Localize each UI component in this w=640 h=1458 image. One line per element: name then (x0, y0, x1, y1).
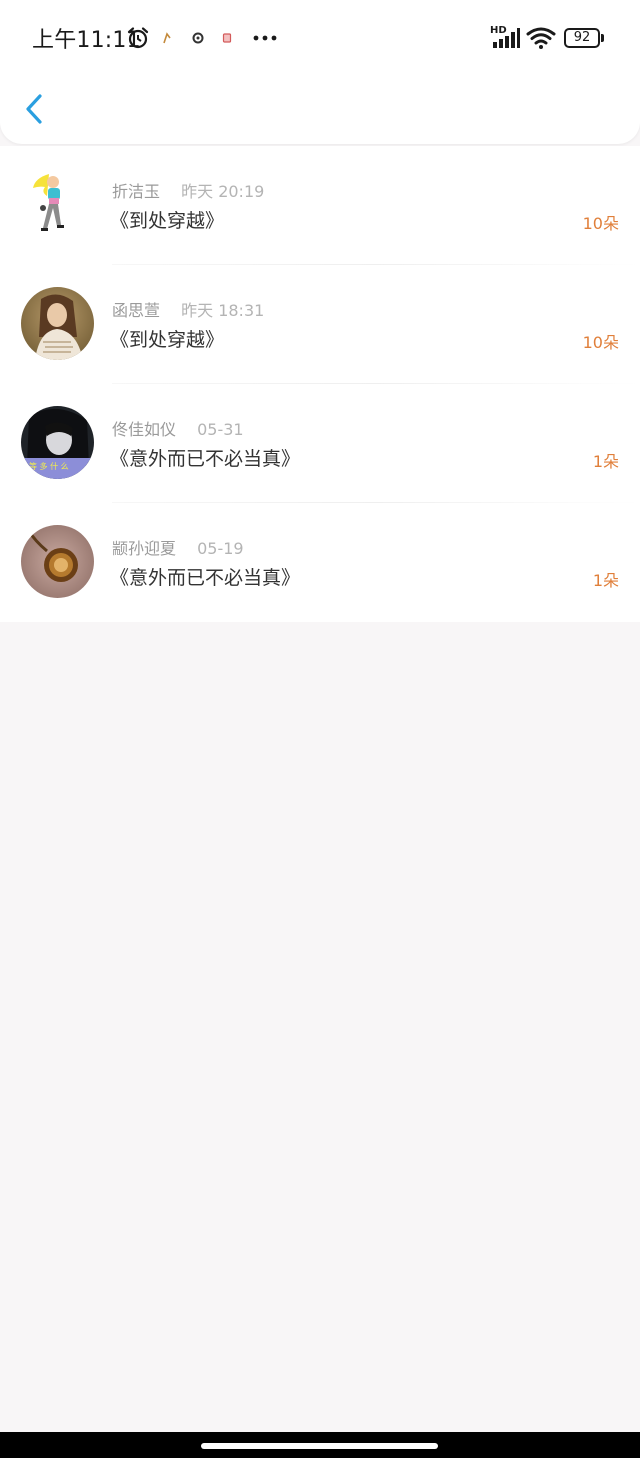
book-title[interactable]: 《到处穿越》 (110, 325, 224, 352)
avatar-cartoon-girl-image (21, 168, 94, 241)
avatar-photo-image (21, 287, 94, 360)
signal-icon (493, 28, 520, 48)
list-item[interactable]: 等 多 什 么 佟佳如仪 05-31 《意外而已不必当真》 1朵 (0, 384, 640, 503)
notification-icon (163, 32, 171, 44)
chevron-left-icon (26, 94, 42, 124)
gift-time: 昨天 18:31 (181, 301, 265, 320)
avatar[interactable] (21, 168, 94, 241)
gift-time: 05-31 (197, 420, 244, 439)
gift-amount: 1朵 (592, 452, 619, 471)
avatar-photo-image: 等 多 什 么 (21, 406, 94, 479)
screen: 上午11:11 HD 92 折洁玉 昨天 20:19 《到处穿越》 10朵 函思… (0, 0, 640, 1458)
book-title[interactable]: 《意外而已不必当真》 (110, 444, 300, 471)
header: 上午11:11 HD 92 (0, 0, 640, 144)
avatar[interactable]: 等 多 什 么 (21, 406, 94, 479)
list-item[interactable]: 折洁玉 昨天 20:19 《到处穿越》 10朵 (0, 146, 640, 265)
gift-amount: 1朵 (592, 571, 619, 590)
notification-icon (222, 33, 232, 43)
sender-name[interactable]: 函思萱 (112, 301, 160, 320)
gift-amount: 10朵 (582, 214, 619, 233)
gift-amount: 10朵 (582, 333, 619, 352)
wifi-icon (526, 27, 556, 49)
more-dots-icon (253, 35, 277, 41)
svg-text:等 多 什 么: 等 多 什 么 (29, 461, 69, 471)
gift-time: 昨天 20:19 (181, 182, 265, 201)
sender-name[interactable]: 折洁玉 (112, 182, 160, 201)
gift-meta: 函思萱 昨天 18:31 (112, 297, 264, 321)
status-time: 上午11:11 (32, 28, 141, 53)
avatar[interactable] (21, 287, 94, 360)
book-title[interactable]: 《到处穿越》 (110, 206, 224, 233)
gift-meta: 颛孙迎夏 05-19 (112, 535, 244, 559)
avatar-pocket-watch-image (21, 525, 94, 598)
gift-meta: 佟佳如仪 05-31 (112, 416, 244, 440)
list-item[interactable]: 函思萱 昨天 18:31 《到处穿越》 10朵 (0, 265, 640, 384)
avatar[interactable] (21, 525, 94, 598)
home-indicator[interactable] (201, 1443, 438, 1449)
back-button[interactable] (18, 86, 58, 132)
gift-meta: 折洁玉 昨天 20:19 (112, 178, 264, 202)
book-title[interactable]: 《意外而已不必当真》 (110, 563, 300, 590)
battery-cap (601, 34, 604, 42)
gift-time: 05-19 (197, 539, 244, 558)
gift-list: 折洁玉 昨天 20:19 《到处穿越》 10朵 函思萱 昨天 18:31 《到处… (0, 146, 640, 622)
system-nav-bar (0, 1432, 640, 1458)
notification-icon (192, 32, 204, 44)
sender-name[interactable]: 颛孙迎夏 (112, 539, 176, 558)
battery-icon: 92 (564, 28, 600, 48)
sender-name[interactable]: 佟佳如仪 (112, 420, 176, 439)
list-item[interactable]: 颛孙迎夏 05-19 《意外而已不必当真》 1朵 (0, 503, 640, 622)
alarm-clock-icon (127, 27, 149, 49)
